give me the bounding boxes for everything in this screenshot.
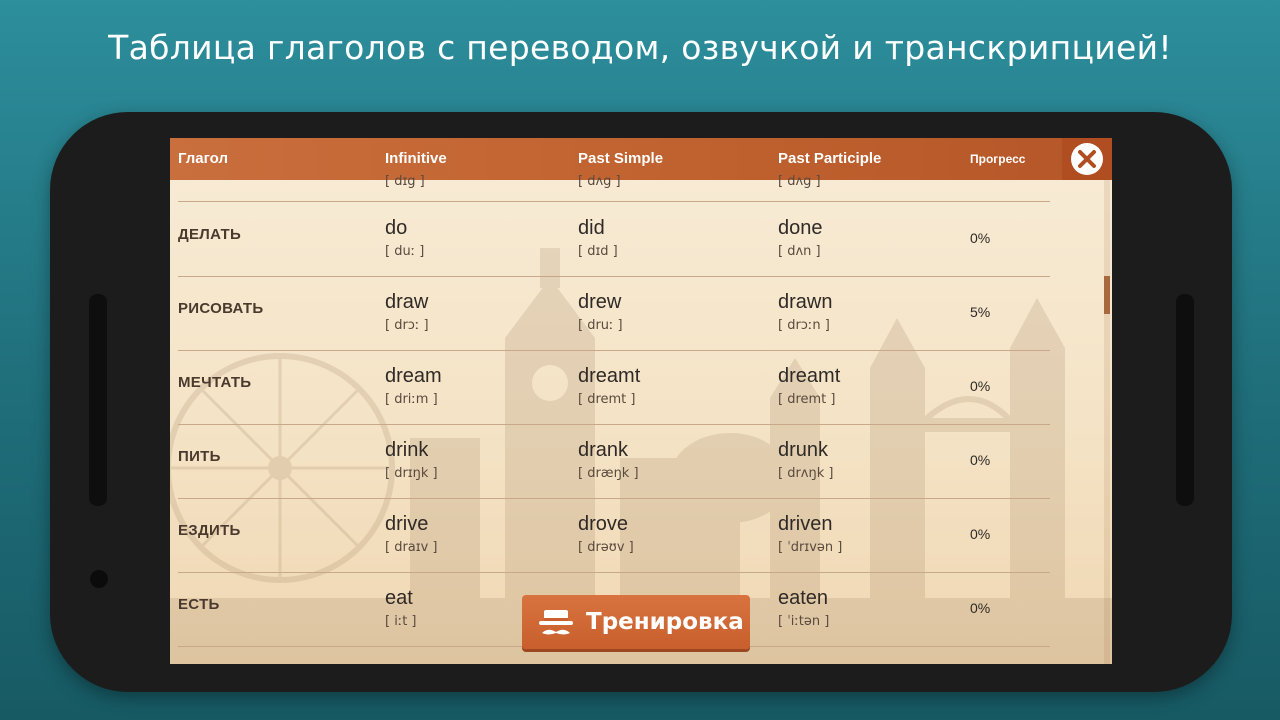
infinitive-cell[interactable]: do [ duː ] [385, 217, 424, 259]
past-participle-cell[interactable]: drawn [ drɔːn ] [778, 291, 832, 333]
transcription: [ dʌn ] [778, 244, 821, 259]
table-row[interactable]: ДЕЛАТЬ do[ duː ] did[ dɪd ] done[ dʌn ] … [170, 203, 1112, 277]
transcription: [ dræŋk ] [578, 466, 639, 481]
phone-left-bezel [89, 294, 107, 506]
past-participle-cell[interactable]: driven [ ˈdrɪvən ] [778, 513, 842, 555]
past-simple-cell[interactable]: drew [ druː ] [578, 291, 623, 333]
infinitive-cell[interactable]: draw [ drɔː ] [385, 291, 429, 333]
past-simple-word: did [578, 217, 605, 239]
transcription: [ ˈiːtən ] [778, 614, 830, 629]
row-divider [178, 201, 1050, 202]
table-header: Глагол Infinitive Past Simple Past Parti… [170, 138, 1112, 180]
header-verb: Глагол [178, 150, 228, 167]
table-row[interactable]: ЕЗДИТЬ drive [ draɪv ] drove [ drəʊv ] dri… [170, 499, 1112, 573]
transcription: [ drɔːn ] [778, 318, 830, 333]
past-participle-word: drunk [778, 439, 829, 461]
transcription: [ dʌg ] [578, 174, 621, 189]
close-icon [1071, 143, 1103, 175]
transcription: [ drʌŋk ] [778, 466, 834, 481]
verb-translation: ЕСТЬ [178, 596, 220, 613]
transcription: [ druː ] [578, 318, 623, 333]
infinitive-word: drink [385, 439, 429, 461]
infinitive-word: draw [385, 291, 429, 313]
infinitive-word: do [385, 217, 408, 239]
infinitive-cell[interactable]: drive [ draɪv ] [385, 513, 438, 555]
hat-mustache-icon [539, 610, 573, 635]
past-simple-word: drank [578, 439, 629, 461]
past-simple-cell[interactable]: drove [ drəʊv ] [578, 513, 634, 555]
past-simple-word: drew [578, 291, 622, 313]
progress-value: 0% [970, 526, 991, 542]
past-participle-word: driven [778, 513, 833, 535]
verb-translation: ДЕЛАТЬ [178, 226, 242, 243]
table-row[interactable]: ПИТЬ drink [ drɪŋk ] drank [ dræŋk ] drunk… [170, 425, 1112, 499]
past-participle-cell[interactable]: eaten [ ˈiːtən ] [778, 587, 829, 629]
infinitive-word: drive [385, 513, 429, 535]
progress-value: 0% [970, 378, 991, 394]
transcription: [ dremt ] [778, 392, 836, 407]
verb-translation: РИСОВАТЬ [178, 300, 264, 317]
promo-title: Таблица глаголов с переводом, озвучкой и… [108, 28, 1172, 67]
infinitive-cell[interactable]: drink [ drɪŋk ] [385, 439, 438, 481]
transcription: [ dɪd ] [578, 244, 618, 259]
past-participle-cell[interactable]: done [ dʌn ] [778, 217, 823, 259]
verb-translation: ПИТЬ [178, 448, 221, 465]
past-participle-cell[interactable]: drunk [ drʌŋk ] [778, 439, 833, 481]
infinitive-word: eat [385, 587, 413, 609]
training-button-label: Тренировка [586, 609, 744, 635]
infinitive-word: dream [385, 365, 442, 387]
transcription: [ draɪv ] [385, 540, 438, 555]
header-past-participle: Past Participle [778, 150, 882, 167]
past-participle-word: dreamt [778, 365, 841, 387]
training-button[interactable]: Тренировка [522, 595, 750, 649]
progress-value: 0% [970, 452, 991, 468]
table-row-partial[interactable]: [ dɪg ] [ dʌg ] [ dʌg ] [170, 174, 1112, 202]
table-row[interactable]: РИСОВАТЬ draw [ drɔː ] drew [ druː ] drawn… [170, 277, 1112, 351]
app-screen: Глагол Infinitive Past Simple Past Parti… [170, 138, 1112, 664]
past-participle-cell[interactable]: dreamt [ dremt ] [778, 365, 840, 407]
past-simple-cell[interactable]: drank [ dræŋk ] [578, 439, 639, 481]
transcription: [ drɔː ] [385, 318, 429, 333]
transcription: [ ˈdrɪvən ] [778, 540, 843, 555]
header-progress: Прогресс [970, 152, 1026, 166]
phone-camera [90, 570, 108, 588]
progress-value: 0% [970, 230, 991, 246]
table-row[interactable]: МЕЧТАТЬ dream [ driːm ] dreamt [ dremt ] d… [170, 351, 1112, 425]
header-infinitive: Infinitive [385, 150, 447, 167]
header-past-simple: Past Simple [578, 150, 664, 167]
infinitive-cell[interactable]: dream [ driːm ] [385, 365, 442, 407]
phone-right-bezel [1176, 294, 1194, 506]
infinitive-cell[interactable]: eat [ iːt ] [385, 587, 417, 629]
transcription: [ dremt ] [578, 392, 636, 407]
transcription: [ duː ] [385, 244, 425, 259]
past-simple-cell[interactable]: did [ dɪd ] [578, 217, 618, 259]
transcription: [ drɪŋk ] [385, 466, 438, 481]
progress-value: 0% [970, 600, 991, 616]
progress-value: 5% [970, 304, 991, 320]
verb-translation: ЕЗДИТЬ [178, 522, 241, 539]
past-participle-word: eaten [778, 587, 829, 609]
transcription: [ iːt ] [385, 614, 417, 629]
past-participle-word: drawn [778, 291, 833, 313]
transcription: [ dɪg ] [385, 174, 425, 189]
transcription: [ drəʊv ] [578, 540, 634, 555]
past-simple-word: drove [578, 513, 629, 535]
past-participle-word: done [778, 217, 823, 239]
transcription: [ driːm ] [385, 392, 438, 407]
past-simple-cell[interactable]: dreamt [ dremt ] [578, 365, 640, 407]
verb-translation: МЕЧТАТЬ [178, 374, 252, 391]
transcription: [ dʌg ] [778, 174, 821, 189]
past-simple-word: dreamt [578, 365, 641, 387]
close-button[interactable] [1062, 138, 1112, 180]
